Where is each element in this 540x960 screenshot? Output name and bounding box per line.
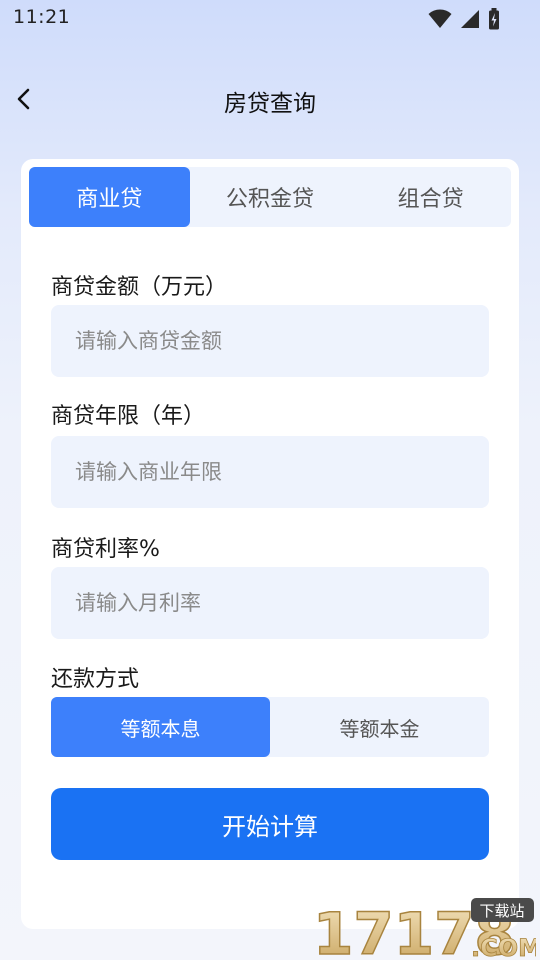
- page-title: 房贷查询: [224, 91, 316, 117]
- years-label: 商贷年限（年）: [51, 404, 206, 429]
- status-time: 11:21: [13, 6, 71, 28]
- years-input[interactable]: [51, 436, 489, 508]
- rate-label: 商贷利率%: [51, 537, 160, 562]
- repayment-label: 还款方式: [51, 667, 140, 692]
- repayment-equal-principal[interactable]: 等额本金: [270, 697, 489, 757]
- tab-commercial-loan[interactable]: 商业贷: [29, 167, 190, 227]
- wifi-icon: [428, 9, 452, 28]
- status-icons: [428, 8, 500, 30]
- loan-form-card: 商业贷 公积金贷 组合贷 商贷金额（万元） 商贷年限（年） 商贷利率% 还款方式…: [21, 159, 519, 929]
- watermark-domain: .COM: [471, 934, 536, 958]
- repayment-options: 等额本息 等额本金: [51, 697, 489, 757]
- repayment-equal-installment[interactable]: 等额本息: [51, 697, 270, 757]
- tab-provident-fund-loan[interactable]: 公积金贷: [190, 167, 351, 227]
- nav-bar: 房贷查询: [0, 70, 540, 130]
- rate-input[interactable]: [51, 567, 489, 639]
- tab-combined-loan[interactable]: 组合贷: [350, 167, 511, 227]
- battery-icon: [489, 8, 499, 30]
- signal-icon: [461, 10, 479, 28]
- start-calculation-button[interactable]: 开始计算: [51, 788, 489, 860]
- loan-type-tabs: 商业贷 公积金贷 组合贷: [29, 167, 511, 227]
- watermark-badge: 下载站: [479, 902, 524, 920]
- site-watermark-logo: 17178 下载站 .COM: [312, 898, 536, 958]
- status-bar: 11:21: [0, 0, 540, 38]
- amount-label: 商贷金额（万元）: [51, 275, 228, 300]
- amount-input[interactable]: [51, 305, 489, 377]
